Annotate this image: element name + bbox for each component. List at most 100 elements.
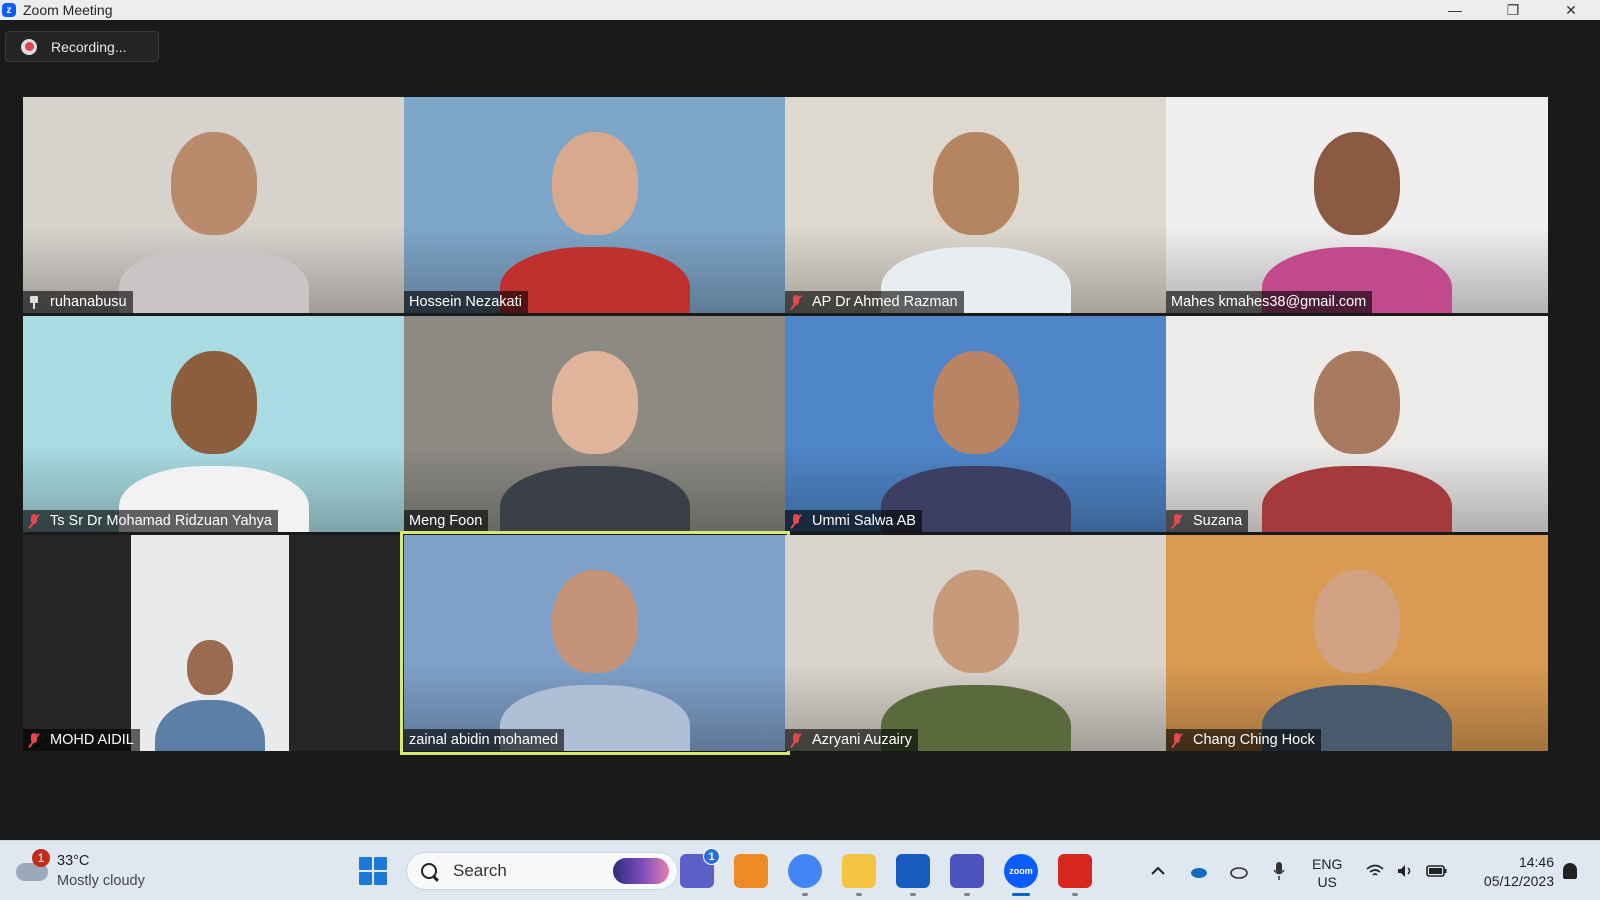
participant-nameplate: Ummi Salwa AB [785,510,922,532]
muted-mic-icon [790,295,802,309]
participant-tile[interactable]: MOHD AIDIL [23,535,405,751]
muted-mic-icon [28,733,40,747]
minimize-button[interactable]: — [1426,0,1484,20]
participant-nameplate: Suzana [1166,510,1249,532]
participant-tile[interactable]: ruhanabusu [23,97,405,313]
teams-icon[interactable] [950,854,984,888]
wifi-icon[interactable] [1366,863,1384,879]
participant-video [404,535,786,751]
participant-face [933,351,1019,455]
search-placeholder: Search [453,861,507,880]
acrobat-icon[interactable] [1058,854,1092,888]
participant-name: Ummi Salwa AB [812,513,916,529]
participant-silhouette [119,247,309,313]
participant-name: Azryani Auzairy [812,732,912,748]
participant-face [933,132,1019,236]
participant-silhouette [500,466,690,532]
participant-nameplate: zainal abidin mohamed [404,729,565,751]
participant-nameplate: Chang Ching Hock [1166,729,1321,751]
participant-nameplate: ruhanabusu [23,291,133,313]
muted-mic-icon [790,733,802,747]
volume-icon[interactable] [1396,863,1414,879]
running-indicator [856,893,862,896]
battery-icon[interactable] [1426,863,1448,879]
taskbar-search[interactable]: Search [406,852,678,890]
participant-tile[interactable]: Suzana [1166,316,1548,532]
language-indicator[interactable]: ENG US [1312,855,1342,891]
participant-tile[interactable]: AP Dr Ahmed Razman [785,97,1167,313]
recording-indicator[interactable]: Recording... [5,31,159,62]
participant-face [171,132,257,236]
weather-widget[interactable]: 1 33°C Mostly cloudy [14,849,164,893]
restore-button[interactable]: ❐ [1484,0,1542,20]
participant-video [23,316,405,532]
zoom-icon[interactable]: zoom [1004,854,1038,888]
participant-name: zainal abidin mohamed [409,732,559,748]
participant-face [171,351,257,455]
participant-face [187,640,233,696]
close-button[interactable]: ✕ [1542,0,1600,20]
participant-face [1314,351,1400,455]
clock-date: 05/12/2023 [1483,873,1554,889]
pin-icon [28,295,40,309]
participant-tile[interactable]: Chang Ching Hock [1166,535,1548,751]
participant-silhouette [1262,466,1452,532]
participant-name: ruhanabusu [50,294,127,310]
participant-tile[interactable]: Hossein Nezakati [404,97,786,313]
participant-face [1314,570,1400,674]
participant-nameplate: Ts Sr Dr Mohamad Ridzuan Yahya [23,510,278,532]
weather-temperature: 33°C [57,853,90,869]
weather-condition: Mostly cloudy [57,873,145,889]
windows-start-icon[interactable] [359,857,387,885]
search-tool-icon[interactable] [734,854,768,888]
app-badge: 1 [703,848,720,865]
participant-name: Hossein Nezakati [409,294,522,310]
participant-name: Mahes kmahes38@gmail.com [1171,294,1367,310]
participant-video [785,535,1167,751]
language-code: ENG [1312,856,1343,872]
window-title: Zoom Meeting [23,2,113,18]
language-region: US [1317,874,1337,890]
window-controls: — ❐ ✕ [1426,0,1600,20]
participant-face [933,570,1019,674]
teams-chat-icon[interactable]: 1 [680,848,720,888]
clock[interactable]: 14:46 05/12/2023 [1466,853,1554,891]
onedrive-icon[interactable] [1190,863,1208,879]
participant-tile[interactable]: Mahes kmahes38@gmail.com [1166,97,1548,313]
muted-mic-icon [790,514,802,528]
zoom-logo-icon: z [2,3,16,17]
chevron-up-icon[interactable] [1150,864,1166,878]
participant-nameplate: Hossein Nezakati [404,291,528,313]
participant-face [1314,132,1400,236]
participant-nameplate: Meng Foon [404,510,489,532]
cloud-sync-icon[interactable] [1230,863,1248,879]
participant-video [23,535,405,751]
microphone-icon[interactable] [1272,861,1286,881]
participant-video [785,97,1167,313]
muted-mic-icon [28,514,40,528]
weather-badge: 1 [32,849,50,867]
running-indicator [802,893,808,896]
participant-nameplate: AP Dr Ahmed Razman [785,291,964,313]
notification-bell-icon[interactable] [1563,863,1577,879]
participant-nameplate: Azryani Auzairy [785,729,918,751]
search-highlight-art [613,858,669,884]
title-bar: z Zoom Meeting — ❐ ✕ [0,0,1600,20]
muted-mic-icon [1171,733,1183,747]
participant-video [404,316,786,532]
participant-tile[interactable]: Ummi Salwa AB [785,316,1167,532]
word-icon[interactable] [896,854,930,888]
participant-name: Ts Sr Dr Mohamad Ridzuan Yahya [50,513,272,529]
participant-tile[interactable]: zainal abidin mohamed [400,531,790,755]
participant-video [1166,316,1548,532]
muted-mic-icon [1171,514,1183,528]
clock-time: 14:46 [1518,854,1554,870]
participant-nameplate: Mahes kmahes38@gmail.com [1166,291,1373,313]
chrome-icon[interactable] [788,854,822,888]
participant-tile[interactable]: Azryani Auzairy [785,535,1167,751]
file-explorer-icon[interactable] [842,854,876,888]
participant-tile[interactable]: Ts Sr Dr Mohamad Ridzuan Yahya [23,316,405,532]
participant-nameplate: MOHD AIDIL [23,729,140,751]
participant-tile[interactable]: Meng Foon [404,316,786,532]
recording-label: Recording... [51,38,127,55]
